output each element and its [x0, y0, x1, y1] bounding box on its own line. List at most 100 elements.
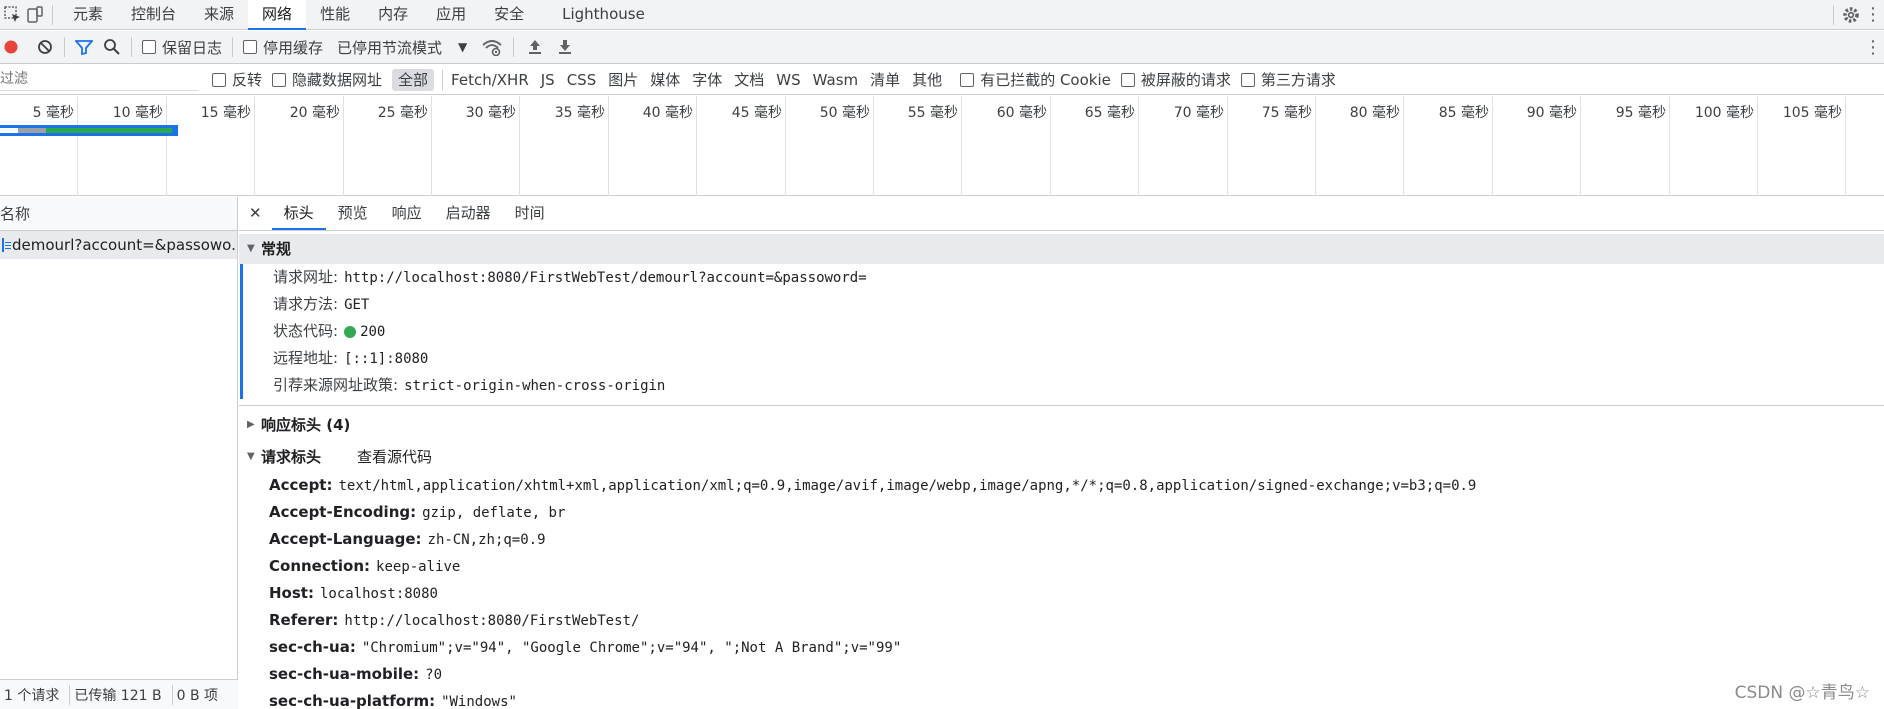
type-filter-7[interactable]: 文档 [728, 69, 770, 91]
select-element-icon[interactable] [2, 4, 24, 26]
search-icon[interactable] [101, 36, 123, 58]
import-har-icon[interactable] [524, 36, 546, 58]
checkbox-box[interactable] [272, 72, 287, 87]
blocked-cookies-checkbox[interactable]: 有已拦截的 Cookie [960, 69, 1117, 91]
timeline-tick-label: 105 毫秒 [1782, 105, 1842, 121]
general-row: 引荐来源网址政策: strict-origin-when-cross-origin [243, 372, 1884, 399]
header-key: Connection: [269, 557, 371, 575]
network-conditions-icon[interactable] [481, 36, 503, 58]
type-filter-1[interactable]: Fetch/XHR [445, 69, 535, 91]
divider [239, 405, 1884, 406]
view-source-link[interactable]: 查看源代码 [357, 442, 432, 472]
general-value: strict-origin-when-cross-origin [404, 378, 666, 394]
request-header-row: Connection: keep-alive [239, 553, 1884, 580]
general-value: 200 [360, 324, 386, 340]
checkbox-box[interactable] [1240, 72, 1255, 87]
header-key: Accept-Encoding: [269, 503, 417, 521]
general-section-header[interactable]: ▼ 常规 [239, 234, 1884, 264]
device-toolbar-icon[interactable] [24, 4, 46, 26]
triangle-down-icon: ▼ [247, 451, 255, 462]
tab-1[interactable]: 控制台 [117, 0, 190, 30]
checkbox-box[interactable] [212, 72, 226, 87]
disable-cache-checkbox[interactable]: 停用缓存 [243, 37, 323, 58]
type-filter-9[interactable]: Wasm [807, 69, 865, 91]
timeline-overview[interactable]: 5 毫秒 10 毫秒 15 毫秒 20 毫秒 25 毫秒 30 毫秒 35 毫秒 40 毫秒 4… [0, 96, 1884, 196]
general-row: 请求网址: http://localhost:8080/FirstWebTest/… [243, 264, 1884, 291]
third-party-label: 第三方请求 [1260, 70, 1336, 89]
preserve-log-checkbox[interactable]: 保留日志 [142, 37, 222, 58]
tab-7[interactable]: 安全 [480, 0, 538, 30]
header-key: Accept: [269, 476, 333, 494]
type-filter-8[interactable]: WS [770, 69, 806, 91]
request-headers-header[interactable]: ▼ 请求标头 查看源代码 [239, 442, 1884, 472]
request-header-row: Accept: text/html,application/xhtml+xml,a… [239, 472, 1884, 499]
clear-icon[interactable] [34, 36, 56, 58]
request-header-row: Accept-Encoding: gzip, deflate, br [239, 499, 1884, 526]
chevron-down-icon: ▼ [458, 40, 468, 54]
general-key: 远程地址: [273, 349, 339, 367]
request-header-row: sec-ch-ua-mobile: ?0 [239, 661, 1884, 688]
column-header-name[interactable]: 名称 [0, 197, 237, 231]
tab-3[interactable]: 网络 [248, 0, 307, 30]
detail-tab-2[interactable]: 响应 [380, 197, 434, 230]
blocked-requests-checkbox[interactable]: 被屏蔽的请求 [1120, 69, 1237, 91]
export-har-icon[interactable] [554, 36, 576, 58]
general-key: 请求方法: [273, 295, 339, 313]
tab-0[interactable]: 元素 [59, 0, 117, 30]
record-icon[interactable] [0, 36, 22, 58]
checkbox-box[interactable] [142, 40, 156, 54]
type-filter-11[interactable]: 其他 [906, 69, 948, 91]
header-value: "Windows" [441, 694, 517, 709]
more-options-icon[interactable]: ⋮ [1862, 36, 1884, 58]
throttle-label: 已停用节流模式 [337, 38, 443, 57]
watermark: CSDN @☆青鸟☆ [1734, 683, 1870, 703]
detail-tab-3[interactable]: 启动器 [434, 197, 503, 230]
type-filter-0[interactable]: 全部 [392, 68, 435, 91]
detail-tab-4[interactable]: 时间 [503, 197, 557, 230]
triangle-right-icon: ▶ [247, 419, 255, 430]
type-filter-6[interactable]: 字体 [686, 69, 728, 91]
request-header-row: sec-ch-ua: "Chromium";v="94", "Google Chr… [239, 634, 1884, 661]
request-headers-title: 请求标头 [261, 448, 322, 466]
detail-tab-0[interactable]: 标头 [271, 197, 326, 230]
response-headers-header[interactable]: ▶ 响应标头 (4) [239, 410, 1884, 440]
devtools-tabbar: 元素 控制台 来源 网络 性能 内存 应用 安全 Lighthouse ⋮ [0, 0, 1884, 30]
checkbox-box[interactable] [243, 40, 258, 54]
checkbox-box[interactable] [960, 72, 975, 87]
type-filter-2[interactable]: JS [535, 69, 561, 91]
request-count: 1 个请求 [0, 684, 71, 705]
blocked-requests-label: 被屏蔽的请求 [1140, 70, 1231, 89]
panel-tabs: 元素 控制台 来源 网络 性能 内存 应用 安全 Lighthouse [59, 0, 659, 30]
invert-checkbox[interactable]: 反转 [212, 69, 268, 91]
filter-bar: 反转 隐藏数据网址 全部 Fetch/XHRJSCSS图片媒体字体文档WSWasm… [0, 65, 1884, 95]
settings-gear-icon[interactable] [1840, 4, 1862, 26]
tab-4[interactable]: 性能 [306, 0, 364, 30]
more-options-icon[interactable]: ⋮ [1862, 4, 1884, 26]
tab-2[interactable]: 来源 [190, 0, 248, 30]
tab-8[interactable]: Lighthouse [548, 0, 659, 30]
filter-icon[interactable] [73, 36, 95, 58]
throttle-select[interactable]: 已停用节流模式 ▼ [337, 37, 467, 58]
type-filter-5[interactable]: 媒体 [644, 69, 686, 91]
checkbox-box[interactable] [1120, 72, 1135, 87]
resource-size: 0 B 项 [176, 687, 219, 704]
third-party-checkbox[interactable]: 第三方请求 [1240, 69, 1342, 91]
detail-tab-1[interactable]: 预览 [326, 197, 380, 230]
type-filter-3[interactable]: CSS [561, 69, 603, 91]
tab-5[interactable]: 内存 [364, 0, 422, 30]
hide-data-urls-checkbox[interactable]: 隐藏数据网址 [272, 69, 388, 91]
general-row: 请求方法: GET [243, 291, 1884, 318]
header-value: text/html,application/xhtml+xml,applicat… [338, 478, 1477, 494]
status-ok-icon [344, 325, 357, 338]
tab-6[interactable]: 应用 [422, 0, 480, 30]
request-header-row: Referer: http://localhost:8080/FirstWebTe… [239, 607, 1884, 634]
filter-input[interactable] [0, 68, 198, 91]
type-filter-4[interactable]: 图片 [602, 69, 644, 91]
request-row[interactable]: demourl?account=&passowo... [0, 231, 237, 259]
close-icon[interactable]: ✕ [239, 197, 272, 230]
request-name: demourl?account=&passowo... [12, 236, 237, 254]
document-icon [2, 238, 11, 252]
type-filter-10[interactable]: 清单 [864, 69, 906, 91]
general-value: http://localhost:8080/FirstWebTest/demou… [344, 270, 867, 286]
request-header-row: sec-ch-ua-platform: "Windows" [239, 688, 1884, 709]
